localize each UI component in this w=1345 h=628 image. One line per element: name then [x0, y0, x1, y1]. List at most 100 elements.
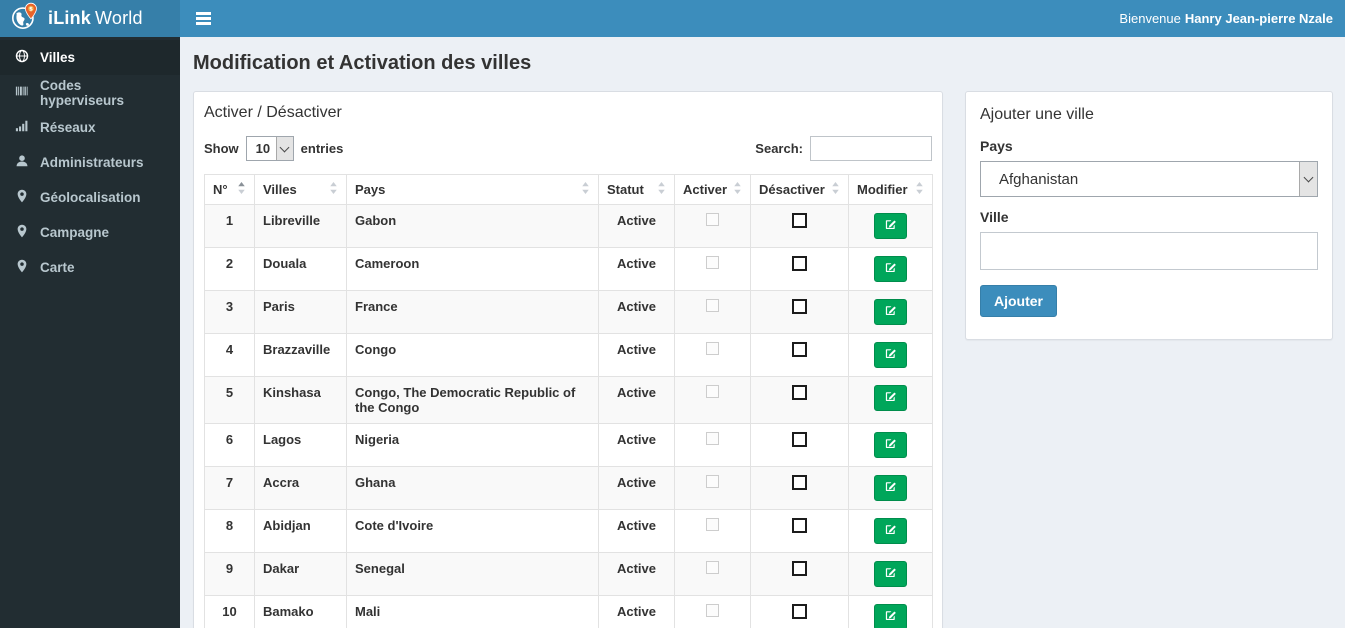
row-statut: Active [598, 333, 675, 377]
edit-pencil-icon [884, 480, 897, 496]
row-statut: Active [598, 552, 675, 596]
page-length-select[interactable]: 10 [245, 136, 294, 161]
user-icon [15, 154, 29, 171]
brand-link[interactable]: $ iLink World [0, 0, 180, 37]
sort-icon [915, 182, 924, 197]
sidebar-item-label: Administrateurs [40, 155, 144, 170]
column-header-desactiver[interactable]: Désactiver [750, 174, 849, 205]
sidebar-item-geolocalisation[interactable]: Géolocalisation [0, 180, 180, 215]
activer-desactiver-panel: Activer / Désactiver Show 10 entries Sea… [193, 91, 943, 628]
barcode-icon [15, 84, 29, 101]
table-row: 7 Accra Ghana Active [204, 466, 933, 510]
ilink-world-logo-icon: $ [10, 2, 39, 36]
row-statut: Active [598, 509, 675, 553]
desactiver-checkbox[interactable] [792, 256, 807, 271]
sidebar-item-label: Campagne [40, 225, 110, 240]
modifier-button[interactable] [874, 342, 907, 368]
row-statut: Active [598, 376, 675, 424]
row-ville: Bamako [254, 595, 347, 628]
column-header-modifier[interactable]: Modifier [848, 174, 933, 205]
sidebar-item-campagne[interactable]: Campagne [0, 215, 180, 250]
column-header-pays[interactable]: Pays [346, 174, 599, 205]
row-ville: Lagos [254, 423, 347, 467]
row-statut: Active [598, 423, 675, 467]
modifier-button[interactable] [874, 385, 907, 411]
table-row: 9 Dakar Senegal Active [204, 552, 933, 596]
sort-icon [581, 182, 590, 197]
row-num: 7 [204, 466, 255, 510]
sidebar-item-label: Géolocalisation [40, 190, 141, 205]
row-statut: Active [598, 247, 675, 291]
desactiver-checkbox[interactable] [792, 561, 807, 576]
row-pays: Cameroon [346, 247, 599, 291]
desactiver-checkbox[interactable] [792, 385, 807, 400]
desactiver-checkbox[interactable] [792, 213, 807, 228]
desactiver-checkbox[interactable] [792, 432, 807, 447]
column-header-activer[interactable]: Activer [674, 174, 751, 205]
row-ville: Brazzaville [254, 333, 347, 377]
column-header-statut[interactable]: Statut [598, 174, 675, 205]
column-header-num[interactable]: N° [204, 174, 255, 205]
sort-asc-icon [237, 182, 246, 197]
row-num: 8 [204, 509, 255, 553]
row-num: 2 [204, 247, 255, 291]
sidebar-item-label: Codes hyperviseurs [40, 77, 125, 108]
sidebar-toggle-hamburger-icon[interactable] [180, 0, 226, 37]
modifier-button[interactable] [874, 299, 907, 325]
sidebar-item-administrateurs[interactable]: Administrateurs [0, 145, 180, 180]
signal-bars-icon [15, 119, 29, 136]
modifier-button[interactable] [874, 213, 907, 239]
show-label: Show [204, 141, 239, 156]
pays-select[interactable]: Afghanistan [980, 161, 1318, 197]
modifier-button[interactable] [874, 561, 907, 587]
activer-checkbox [706, 213, 719, 226]
map-marker-icon [15, 189, 29, 206]
svg-text:$: $ [29, 6, 33, 12]
desactiver-checkbox[interactable] [792, 475, 807, 490]
modifier-button[interactable] [874, 256, 907, 282]
ville-input[interactable] [980, 232, 1318, 270]
modifier-button[interactable] [874, 475, 907, 501]
table-row: 5 Kinshasa Congo, The Democratic Republi… [204, 376, 933, 424]
sidebar-item-villes[interactable]: Villes [0, 40, 180, 75]
desactiver-checkbox[interactable] [792, 299, 807, 314]
row-pays: Ghana [346, 466, 599, 510]
modifier-button[interactable] [874, 432, 907, 458]
table-row: 10 Bamako Mali Active [204, 595, 933, 628]
ville-label: Ville [980, 209, 1009, 225]
edit-pencil-icon [884, 390, 897, 406]
sidebar-item-reseaux[interactable]: Réseaux [0, 110, 180, 145]
edit-pencil-icon [884, 304, 897, 320]
sidebar-item-carte[interactable]: Carte [0, 250, 180, 285]
globe-icon [15, 49, 29, 66]
search-input[interactable] [810, 136, 932, 161]
desactiver-checkbox[interactable] [792, 604, 807, 619]
table-row: 6 Lagos Nigeria Active [204, 423, 933, 467]
table-header-row: N° Villes Pays Statut Activer Désactiver… [204, 174, 933, 205]
edit-pencil-icon [884, 566, 897, 582]
desactiver-checkbox[interactable] [792, 518, 807, 533]
row-num: 6 [204, 423, 255, 467]
table-row: 8 Abidjan Cote d'Ivoire Active [204, 509, 933, 553]
activer-checkbox [706, 432, 719, 445]
row-num: 5 [204, 376, 255, 424]
top-header: $ iLink World Bienvenue Hanry Jean-pierre … [0, 0, 1345, 37]
sidebar-item-label: Réseaux [40, 120, 96, 135]
column-header-villes[interactable]: Villes [254, 174, 347, 205]
sort-icon [329, 182, 338, 197]
row-ville: Douala [254, 247, 347, 291]
activer-checkbox [706, 385, 719, 398]
row-statut: Active [598, 290, 675, 334]
row-pays: Gabon [346, 204, 599, 248]
page-title: Modification et Activation des villes [193, 52, 532, 74]
ajouter-ville-panel: Ajouter une ville Pays Afghanistan Ville… [965, 91, 1333, 340]
modifier-button[interactable] [874, 518, 907, 544]
sidebar-item-codes-hyperviseurs[interactable]: Codes hyperviseurs [0, 75, 180, 110]
row-pays: Nigeria [346, 423, 599, 467]
table-row: 3 Paris France Active [204, 290, 933, 334]
sort-icon [733, 182, 742, 197]
modifier-button[interactable] [874, 604, 907, 628]
desactiver-checkbox[interactable] [792, 342, 807, 357]
welcome-message: Bienvenue Hanry Jean-pierre Nzale [1119, 11, 1333, 26]
ajouter-button[interactable]: Ajouter [980, 285, 1057, 317]
